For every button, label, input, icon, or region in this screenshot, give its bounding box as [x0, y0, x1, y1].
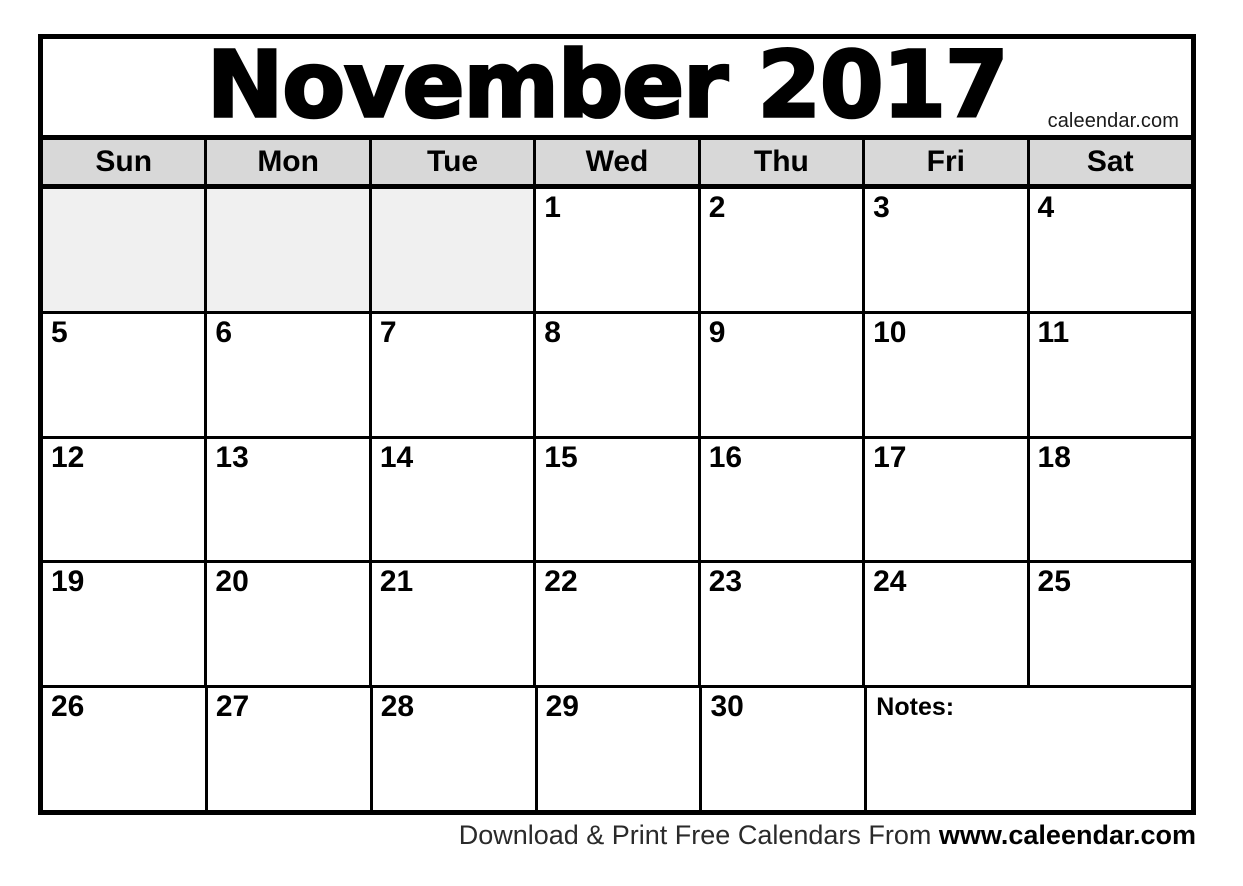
day-cell[interactable]: 21	[371, 563, 537, 686]
week-row: 19 20 21 22 23 24 25	[43, 563, 1191, 689]
day-number: 2	[708, 191, 726, 224]
day-number: 13	[215, 440, 249, 474]
day-cell[interactable]: 8	[536, 313, 701, 436]
notes-label: Notes:	[876, 693, 955, 722]
calendar-title-band: November 2017 caleendar.com	[43, 39, 1191, 140]
day-cell-blank	[371, 189, 537, 311]
page-title: November 2017	[205, 39, 1010, 139]
day-cell[interactable]: 16	[700, 438, 866, 561]
weekday-header-wed: Wed	[536, 140, 701, 184]
day-cell[interactable]: 30	[702, 688, 868, 810]
day-number: 23	[708, 565, 743, 599]
day-number: 25	[1037, 565, 1071, 599]
day-number: 5	[51, 315, 68, 349]
day-cell[interactable]: 18	[1029, 438, 1191, 561]
day-number: 22	[544, 565, 578, 599]
calendar-frame: November 2017 caleendar.com Sun Mon Tue …	[38, 34, 1196, 815]
day-cell[interactable]: 15	[536, 438, 701, 561]
day-number: 7	[379, 315, 397, 349]
day-number: 27	[215, 690, 250, 724]
day-number: 11	[1037, 315, 1070, 349]
day-cell[interactable]: 4	[1029, 189, 1191, 311]
day-number: 8	[544, 315, 561, 349]
day-number: 4	[1037, 191, 1055, 224]
day-number: 17	[873, 440, 907, 474]
day-number: 16	[708, 440, 743, 474]
day-cell[interactable]: 20	[207, 563, 372, 686]
week-row: 5 6 7 8 9 10 11	[43, 313, 1191, 439]
day-cell[interactable]: 5	[43, 313, 208, 436]
day-number: 1	[544, 191, 561, 224]
day-cell[interactable]: 9	[700, 313, 866, 436]
day-cell[interactable]: 3	[865, 189, 1030, 311]
day-cell[interactable]: 28	[372, 688, 538, 810]
day-number: 15	[544, 440, 578, 474]
day-number: 9	[708, 315, 726, 349]
day-number: 12	[51, 440, 85, 474]
day-number: 6	[215, 315, 233, 349]
day-cell-blank	[43, 189, 208, 311]
footer-lead-text: Download & Print Free Calendars From	[458, 820, 939, 850]
day-cell[interactable]: 11	[1029, 313, 1191, 436]
day-number: 3	[873, 191, 890, 224]
day-cell[interactable]: 1	[536, 189, 701, 311]
day-cell[interactable]: 12	[43, 438, 208, 561]
day-number: 29	[545, 690, 579, 724]
calendar-weeks-grid: 1 2 3 4 5 6 7 8 9 10 11 12 13 14 15 16 1…	[43, 189, 1192, 810]
footer-site-link[interactable]: www.caleendar.com	[939, 820, 1196, 850]
day-cell[interactable]: 23	[700, 563, 866, 686]
day-cell[interactable]: 13	[207, 438, 372, 561]
day-number: 18	[1037, 440, 1071, 474]
week-row: 26 27 28 29 30 Notes:	[43, 688, 1192, 810]
day-cell[interactable]: 10	[865, 313, 1030, 436]
day-number: 24	[873, 565, 907, 599]
day-number: 10	[873, 315, 907, 349]
footer: Download & Print Free Calendars From www…	[38, 820, 1196, 851]
day-cell[interactable]: 29	[537, 688, 703, 810]
day-number: 30	[710, 690, 744, 724]
day-cell[interactable]: 27	[207, 688, 373, 810]
day-number: 21	[379, 565, 414, 599]
day-cell[interactable]: 17	[865, 438, 1030, 561]
day-cell[interactable]: 19	[43, 563, 208, 686]
day-number: 14	[379, 440, 414, 474]
weekday-header-row: Sun Mon Tue Wed Thu Fri Sat	[43, 140, 1191, 189]
day-cell[interactable]: 25	[1029, 563, 1191, 686]
weekday-header-fri: Fri	[865, 140, 1030, 184]
weekday-header-mon: Mon	[207, 140, 372, 184]
day-number: 19	[51, 565, 85, 599]
week-row: 1 2 3 4	[43, 189, 1191, 314]
weekday-header-sun: Sun	[43, 140, 208, 184]
notes-cell[interactable]: Notes:	[867, 688, 1192, 810]
site-credit: caleendar.com	[1047, 110, 1179, 132]
day-cell[interactable]: 26	[43, 688, 208, 810]
day-number: 28	[380, 690, 415, 724]
day-cell-blank	[207, 189, 372, 311]
weekday-header-sat: Sat	[1029, 140, 1191, 184]
day-cell[interactable]: 24	[865, 563, 1030, 686]
weekday-header-tue: Tue	[371, 140, 537, 184]
day-cell[interactable]: 14	[371, 438, 537, 561]
weekday-header-thu: Thu	[700, 140, 866, 184]
week-row: 12 13 14 15 16 17 18	[43, 438, 1191, 564]
day-cell[interactable]: 2	[700, 189, 866, 311]
day-number: 26	[51, 690, 85, 724]
day-cell[interactable]: 6	[207, 313, 372, 436]
day-cell[interactable]: 22	[536, 563, 701, 686]
day-number: 20	[215, 565, 249, 599]
day-cell[interactable]: 7	[371, 313, 537, 436]
